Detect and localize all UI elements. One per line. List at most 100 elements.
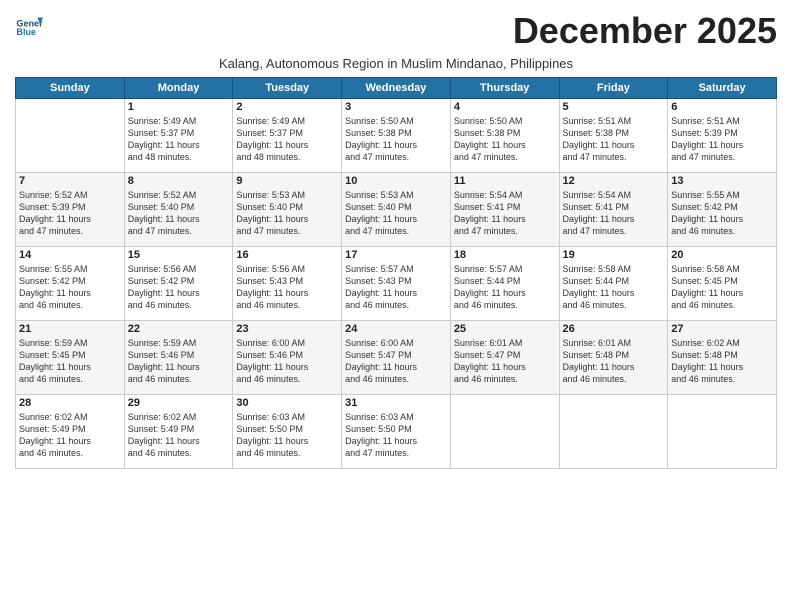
calendar-cell: 1 Sunrise: 5:49 AM Sunset: 5:37 PM Daylig… — [124, 99, 233, 173]
calendar-cell: 20 Sunrise: 5:58 AM Sunset: 5:45 PM Dayli… — [668, 247, 777, 321]
day-info: Sunrise: 5:51 AM Sunset: 5:38 PM Dayligh… — [563, 115, 665, 164]
day-info: Sunrise: 6:02 AM Sunset: 5:48 PM Dayligh… — [671, 337, 773, 386]
day-info: Sunrise: 5:52 AM Sunset: 5:39 PM Dayligh… — [19, 189, 121, 238]
calendar-cell: 10Sunrise: 5:53 AM Sunset: 5:40 PM Dayli… — [342, 173, 451, 247]
col-header-sunday: Sunday — [16, 78, 125, 99]
calendar-cell — [559, 395, 668, 469]
calendar-cell: 24 Sunrise: 6:00 AM Sunset: 5:47 PM Dayli… — [342, 321, 451, 395]
calendar-cell: 29Sunrise: 6:02 AM Sunset: 5:49 PM Dayli… — [124, 395, 233, 469]
col-header-saturday: Saturday — [668, 78, 777, 99]
day-info: Sunrise: 6:02 AM Sunset: 5:49 PM Dayligh… — [128, 411, 230, 460]
day-info: Sunrise: 6:02 AM Sunset: 5:49 PM Dayligh… — [19, 411, 121, 460]
calendar-cell: 16 Sunrise: 5:56 AM Sunset: 5:43 PM Dayli… — [233, 247, 342, 321]
col-header-monday: Monday — [124, 78, 233, 99]
calendar-cell: 27 Sunrise: 6:02 AM Sunset: 5:48 PM Dayli… — [668, 321, 777, 395]
day-number: 7 — [19, 175, 121, 187]
day-number: 5 — [563, 101, 665, 113]
day-info: Sunrise: 5:49 AM Sunset: 5:37 PM Dayligh… — [236, 115, 338, 164]
day-number: 30 — [236, 397, 338, 409]
calendar-cell: 21 Sunrise: 5:59 AM Sunset: 5:45 PM Dayli… — [16, 321, 125, 395]
day-info: Sunrise: 5:53 AM Sunset: 5:40 PM Dayligh… — [236, 189, 338, 238]
day-info: Sunrise: 5:58 AM Sunset: 5:45 PM Dayligh… — [671, 263, 773, 312]
day-number: 3 — [345, 101, 447, 113]
day-number: 18 — [454, 249, 556, 261]
week-row-5: 28 Sunrise: 6:02 AM Sunset: 5:49 PM Dayli… — [16, 395, 777, 469]
calendar-cell — [668, 395, 777, 469]
day-info: Sunrise: 6:00 AM Sunset: 5:46 PM Dayligh… — [236, 337, 338, 386]
day-info: Sunrise: 5:52 AM Sunset: 5:40 PM Dayligh… — [128, 189, 230, 238]
day-number: 17 — [345, 249, 447, 261]
calendar-cell: 30Sunrise: 6:03 AM Sunset: 5:50 PM Dayli… — [233, 395, 342, 469]
logo: General Blue — [15, 14, 47, 42]
calendar-cell: 3Sunrise: 5:50 AM Sunset: 5:38 PM Daylig… — [342, 99, 451, 173]
day-number: 23 — [236, 323, 338, 335]
day-info: Sunrise: 5:56 AM Sunset: 5:43 PM Dayligh… — [236, 263, 338, 312]
calendar-cell: 5 Sunrise: 5:51 AM Sunset: 5:38 PM Daylig… — [559, 99, 668, 173]
calendar-cell: 9 Sunrise: 5:53 AM Sunset: 5:40 PM Daylig… — [233, 173, 342, 247]
calendar-cell: 13Sunrise: 5:55 AM Sunset: 5:42 PM Dayli… — [668, 173, 777, 247]
day-number: 31 — [345, 397, 447, 409]
day-info: Sunrise: 6:03 AM Sunset: 5:50 PM Dayligh… — [345, 411, 447, 460]
day-info: Sunrise: 5:56 AM Sunset: 5:42 PM Dayligh… — [128, 263, 230, 312]
day-number: 12 — [563, 175, 665, 187]
calendar-cell — [450, 395, 559, 469]
calendar-cell: 25 Sunrise: 6:01 AM Sunset: 5:47 PM Dayli… — [450, 321, 559, 395]
day-info: Sunrise: 5:55 AM Sunset: 5:42 PM Dayligh… — [19, 263, 121, 312]
day-info: Sunrise: 5:49 AM Sunset: 5:37 PM Dayligh… — [128, 115, 230, 164]
header-row: SundayMondayTuesdayWednesdayThursdayFrid… — [16, 78, 777, 99]
header: General Blue December 2025 — [15, 10, 777, 52]
week-row-2: 7 Sunrise: 5:52 AM Sunset: 5:39 PM Daylig… — [16, 173, 777, 247]
day-info: Sunrise: 6:00 AM Sunset: 5:47 PM Dayligh… — [345, 337, 447, 386]
calendar-cell: 17 Sunrise: 5:57 AM Sunset: 5:43 PM Dayli… — [342, 247, 451, 321]
col-header-friday: Friday — [559, 78, 668, 99]
calendar-cell: 2 Sunrise: 5:49 AM Sunset: 5:37 PM Daylig… — [233, 99, 342, 173]
day-number: 8 — [128, 175, 230, 187]
day-number: 9 — [236, 175, 338, 187]
calendar-cell: 8 Sunrise: 5:52 AM Sunset: 5:40 PM Daylig… — [124, 173, 233, 247]
day-info: Sunrise: 5:51 AM Sunset: 5:39 PM Dayligh… — [671, 115, 773, 164]
day-number: 14 — [19, 249, 121, 261]
day-info: Sunrise: 5:54 AM Sunset: 5:41 PM Dayligh… — [454, 189, 556, 238]
week-row-4: 21 Sunrise: 5:59 AM Sunset: 5:45 PM Dayli… — [16, 321, 777, 395]
calendar-cell: 4 Sunrise: 5:50 AM Sunset: 5:38 PM Daylig… — [450, 99, 559, 173]
day-info: Sunrise: 5:59 AM Sunset: 5:45 PM Dayligh… — [19, 337, 121, 386]
day-number: 11 — [454, 175, 556, 187]
day-number: 24 — [345, 323, 447, 335]
day-number: 27 — [671, 323, 773, 335]
calendar-page: General Blue December 2025 Kalang, Auton… — [0, 0, 792, 612]
day-info: Sunrise: 5:58 AM Sunset: 5:44 PM Dayligh… — [563, 263, 665, 312]
day-info: Sunrise: 5:59 AM Sunset: 5:46 PM Dayligh… — [128, 337, 230, 386]
col-header-wednesday: Wednesday — [342, 78, 451, 99]
day-number: 15 — [128, 249, 230, 261]
day-number: 1 — [128, 101, 230, 113]
calendar-cell: 23 Sunrise: 6:00 AM Sunset: 5:46 PM Dayli… — [233, 321, 342, 395]
calendar-cell: 22 Sunrise: 5:59 AM Sunset: 5:46 PM Dayli… — [124, 321, 233, 395]
day-number: 21 — [19, 323, 121, 335]
month-title: December 2025 — [513, 10, 777, 52]
calendar-cell: 18 Sunrise: 5:57 AM Sunset: 5:44 PM Dayli… — [450, 247, 559, 321]
day-info: Sunrise: 5:57 AM Sunset: 5:44 PM Dayligh… — [454, 263, 556, 312]
col-header-thursday: Thursday — [450, 78, 559, 99]
day-info: Sunrise: 6:01 AM Sunset: 5:47 PM Dayligh… — [454, 337, 556, 386]
calendar-cell — [16, 99, 125, 173]
day-info: Sunrise: 5:54 AM Sunset: 5:41 PM Dayligh… — [563, 189, 665, 238]
day-number: 25 — [454, 323, 556, 335]
day-number: 19 — [563, 249, 665, 261]
day-number: 16 — [236, 249, 338, 261]
svg-text:Blue: Blue — [16, 27, 36, 37]
day-number: 22 — [128, 323, 230, 335]
day-number: 10 — [345, 175, 447, 187]
calendar-cell: 11 Sunrise: 5:54 AM Sunset: 5:41 PM Dayli… — [450, 173, 559, 247]
col-header-tuesday: Tuesday — [233, 78, 342, 99]
day-number: 28 — [19, 397, 121, 409]
day-number: 26 — [563, 323, 665, 335]
day-info: Sunrise: 5:50 AM Sunset: 5:38 PM Dayligh… — [454, 115, 556, 164]
day-number: 6 — [671, 101, 773, 113]
day-number: 2 — [236, 101, 338, 113]
day-number: 4 — [454, 101, 556, 113]
day-number: 20 — [671, 249, 773, 261]
logo-icon: General Blue — [15, 14, 43, 42]
calendar-cell: 26Sunrise: 6:01 AM Sunset: 5:48 PM Dayli… — [559, 321, 668, 395]
week-row-3: 14 Sunrise: 5:55 AM Sunset: 5:42 PM Dayli… — [16, 247, 777, 321]
day-info: Sunrise: 5:57 AM Sunset: 5:43 PM Dayligh… — [345, 263, 447, 312]
